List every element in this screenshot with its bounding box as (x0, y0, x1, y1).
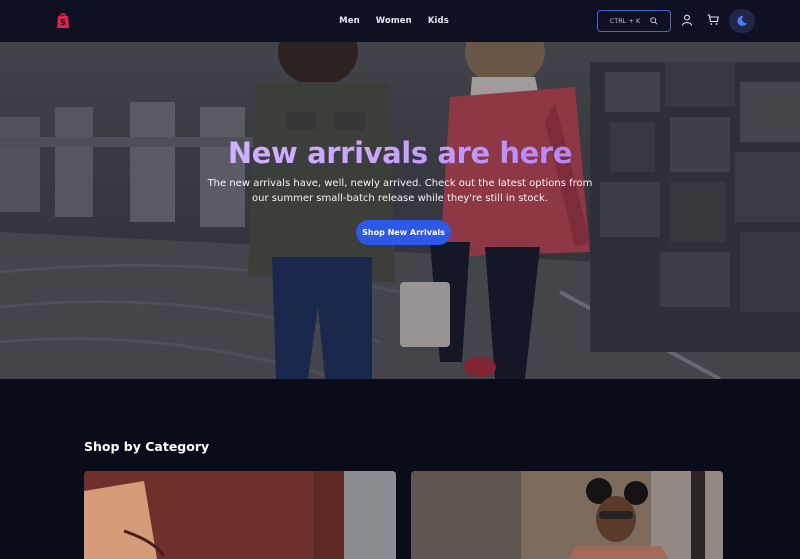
hero-banner: New arrivals are here The new arrivals h… (0, 42, 800, 379)
user-icon (681, 14, 693, 26)
hero-overlay (0, 42, 800, 379)
hero-subtitle: The new arrivals have, well, newly arriv… (207, 178, 593, 204)
shop-new-arrivals-button[interactable]: Shop New Arrivals (356, 220, 451, 245)
search-button[interactable]: CTRL + K (597, 10, 671, 32)
search-shortcut-label: CTRL + K (609, 17, 641, 25)
nav-link-kids[interactable]: Kids (428, 16, 449, 26)
shop-by-category-heading: Shop by Category (84, 439, 210, 454)
category-card-men[interactable] (84, 471, 396, 559)
top-navigation-bar: S Men Women Kids CTRL + K (0, 0, 800, 42)
svg-text:S: S (60, 18, 66, 27)
theme-toggle-icon (737, 15, 747, 26)
hero-title: New arrivals are here (0, 136, 800, 170)
category-image-men (84, 471, 396, 559)
cart-icon (707, 14, 719, 25)
search-icon (650, 17, 658, 25)
cart-button[interactable] (706, 13, 720, 27)
theme-toggle-button[interactable] (729, 9, 755, 33)
category-image-women (411, 471, 723, 559)
nav-link-men[interactable]: Men (339, 16, 360, 26)
category-card-women[interactable] (411, 471, 723, 559)
nav-link-women[interactable]: Women (376, 16, 412, 26)
account-button[interactable] (680, 13, 694, 27)
shopping-bag-logo[interactable]: S (56, 12, 70, 29)
